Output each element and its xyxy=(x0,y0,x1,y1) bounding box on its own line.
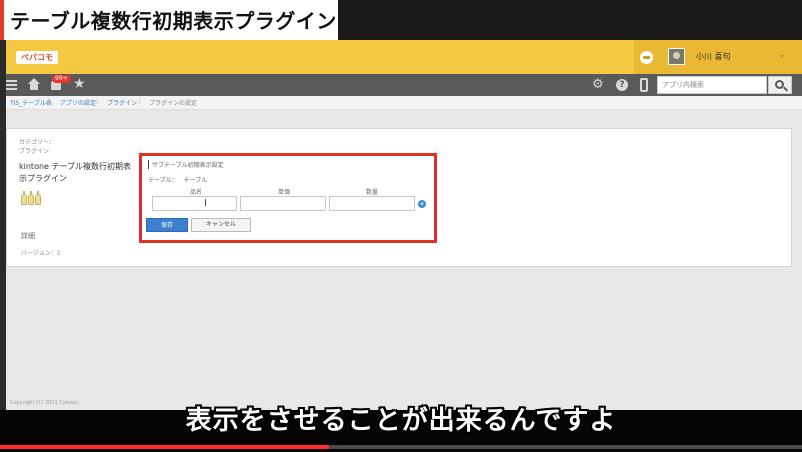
search-button[interactable] xyxy=(768,76,792,94)
quantity-field[interactable] xyxy=(329,196,415,211)
breadcrumb-item-plugins[interactable]: プラグイン xyxy=(107,98,137,107)
kintone-app-window: ペパコモ 小川 喜句 ⌄ 99+ ★ ⚙ ? アプリ内検索 TIS_テーブル表 … xyxy=(6,40,802,410)
plugin-bottles-icon xyxy=(21,190,43,206)
app-header: ペパコモ 小川 喜句 ⌄ xyxy=(6,40,802,74)
video-progress-fill xyxy=(0,445,329,449)
cancel-button[interactable]: キャンセル xyxy=(191,218,251,232)
details-link[interactable]: 詳細 xyxy=(21,231,35,241)
user-name[interactable]: 小川 喜句 xyxy=(696,51,731,62)
search-input[interactable]: アプリ内検索 xyxy=(657,76,767,94)
column-header-quantity: 数量 xyxy=(366,189,379,196)
home-icon[interactable] xyxy=(28,78,40,91)
global-navbar: 99+ ★ ⚙ ? アプリ内検索 xyxy=(6,74,802,96)
plugin-settings-panel: カテゴリー： プラグイン kintone テーブル複数行初期表示プラグイン 詳細… xyxy=(6,128,792,267)
app-logo[interactable]: ペパコモ xyxy=(16,51,58,64)
breadcrumb-item-app[interactable]: TIS_テーブル表 xyxy=(10,98,52,107)
video-title-banner: テーブル複数行初期表示プラグイン xyxy=(0,0,338,40)
save-button[interactable]: 保存 xyxy=(146,218,188,232)
plugin-name: kintone テーブル複数行初期表示プラグイン xyxy=(19,162,132,183)
star-icon[interactable]: ★ xyxy=(73,76,86,92)
avatar[interactable] xyxy=(668,48,685,65)
column-header-unit-price: 単価 xyxy=(278,189,291,196)
category-label: カテゴリー： xyxy=(19,139,56,146)
subtable-settings-box: サブテーブル初期表示設定 テーブル： テーブル 品名 単価 数量 I + 保存 … xyxy=(139,153,437,243)
add-row-button[interactable]: + xyxy=(418,200,426,208)
video-title: テーブル複数行初期表示プラグイン xyxy=(10,9,337,33)
version-label: バージョン：1 xyxy=(21,250,61,257)
notification-circle-icon[interactable] xyxy=(640,51,653,64)
breadcrumb-item-plugin-settings: プラグインの設定 xyxy=(149,100,198,107)
menu-icon[interactable] xyxy=(6,80,17,90)
unit-price-field[interactable] xyxy=(240,196,326,211)
category-value: プラグイン xyxy=(19,148,50,155)
section-title: サブテーブル初期表示設定 xyxy=(148,160,432,169)
table-value: テーブル xyxy=(183,177,208,184)
table-label: テーブル： xyxy=(148,177,178,184)
help-icon[interactable]: ? xyxy=(616,79,628,91)
column-header-item-name: 品名 xyxy=(190,189,203,196)
video-progress-track[interactable] xyxy=(0,445,802,449)
video-subtitle: 表示をさせることが出来るんですよ xyxy=(185,406,617,436)
table-setting-row: テーブル： テーブル xyxy=(148,175,207,184)
text-cursor-icon: I xyxy=(204,198,207,209)
gear-icon[interactable]: ⚙ xyxy=(592,77,604,92)
user-menu[interactable]: 小川 喜句 ⌄ xyxy=(634,40,802,74)
chevron-down-icon[interactable]: ⌄ xyxy=(778,50,786,60)
title-accent-bar xyxy=(0,0,4,40)
item-name-field[interactable] xyxy=(152,196,237,211)
breadcrumb: TIS_テーブル表 | アプリの設定 | プラグイン | プラグインの設定 xyxy=(6,96,802,110)
mobile-icon[interactable] xyxy=(640,78,648,92)
notification-badge: 99+ xyxy=(52,75,71,83)
breadcrumb-item-app-settings[interactable]: アプリの設定 xyxy=(60,98,96,107)
